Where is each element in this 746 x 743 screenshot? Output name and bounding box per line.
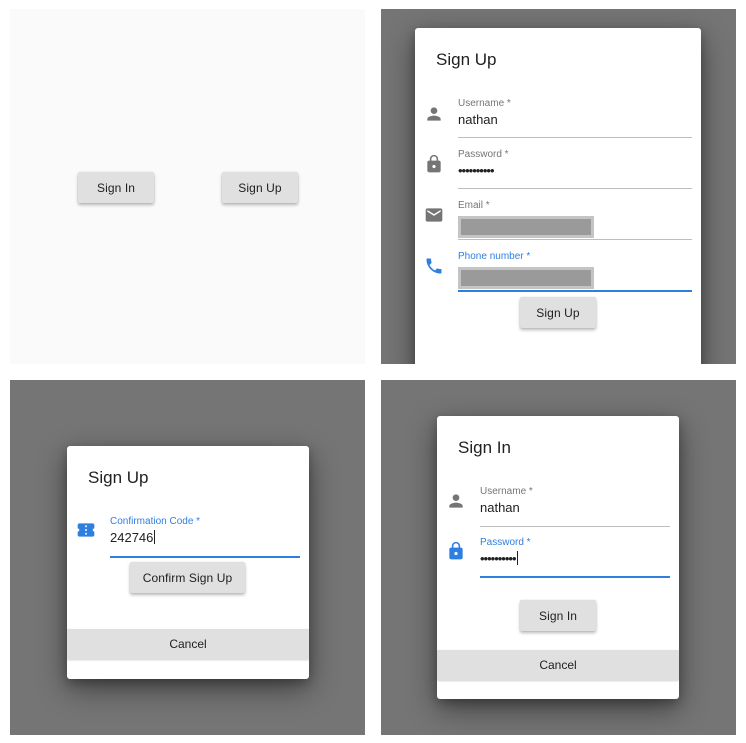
confirmation-code-value-wrap: 242746 xyxy=(110,530,156,545)
field-underline xyxy=(458,239,692,240)
password-field[interactable]: Password * •••••••••• xyxy=(458,149,692,189)
field-underline xyxy=(458,188,692,189)
dialog-title: Sign Up xyxy=(88,468,149,487)
person-icon xyxy=(449,494,463,508)
dialog-title: Sign In xyxy=(458,438,511,457)
field-underline-active xyxy=(110,556,300,558)
password-field[interactable]: Password * •••••••••• xyxy=(480,537,670,578)
username-field[interactable]: Username * nathan xyxy=(480,486,670,527)
confirm-sign-up-screen: Sign Up Confirmation Code * 242746 Confi… xyxy=(10,380,365,735)
confirmation-code-value: 242746 xyxy=(110,530,154,545)
field-underline-active xyxy=(480,576,670,578)
confirm-sign-up-button[interactable]: Confirm Sign Up xyxy=(130,562,245,593)
confirmation-code-label: Confirmation Code * xyxy=(110,516,201,527)
password-label: Password * xyxy=(458,149,509,160)
phone-value-redacted xyxy=(458,267,594,289)
email-value-redacted xyxy=(458,216,594,238)
sign-in-dialog: Sign In Username * nathan Password * •••… xyxy=(437,416,679,699)
username-label: Username * xyxy=(480,486,533,497)
lock-icon xyxy=(449,541,463,560)
person-icon xyxy=(427,107,441,121)
dialog-title: Sign Up xyxy=(436,50,497,69)
username-label: Username * xyxy=(458,98,511,109)
password-value: •••••••••• xyxy=(458,163,495,178)
field-underline xyxy=(458,137,692,138)
text-caret xyxy=(516,551,518,565)
phone-label: Phone number * xyxy=(458,251,531,262)
password-label: Password * xyxy=(480,537,531,548)
password-value-wrap: •••••••••• xyxy=(480,551,518,566)
home-screen: Sign In Sign Up xyxy=(10,9,365,364)
sign-in-submit-button[interactable]: Sign In xyxy=(520,600,596,631)
phone-icon xyxy=(426,258,442,274)
field-underline xyxy=(480,526,670,527)
password-value: •••••••••• xyxy=(480,551,517,566)
sign-in-button[interactable]: Sign In xyxy=(78,172,154,203)
phone-field[interactable]: Phone number * xyxy=(458,251,692,292)
mail-icon xyxy=(425,208,443,222)
username-value: nathan xyxy=(480,500,520,515)
confirmation-code-field[interactable]: Confirmation Code * 242746 xyxy=(110,516,300,558)
sign-up-screen: Sign Up Username * nathan Password * •••… xyxy=(381,9,736,364)
username-value: nathan xyxy=(458,112,498,127)
confirm-dialog: Sign Up Confirmation Code * 242746 Confi… xyxy=(67,446,309,679)
sign-up-dialog: Sign Up Username * nathan Password * •••… xyxy=(415,28,701,364)
sign-in-screen: Sign In Username * nathan Password * •••… xyxy=(381,380,736,735)
text-caret xyxy=(154,530,156,544)
cancel-button[interactable]: Cancel xyxy=(67,629,309,659)
email-label: Email * xyxy=(458,200,490,211)
sign-up-submit-button[interactable]: Sign Up xyxy=(520,297,596,328)
field-underline-active xyxy=(458,290,692,292)
lock-icon xyxy=(427,154,441,173)
email-field[interactable]: Email * xyxy=(458,200,692,240)
username-field[interactable]: Username * nathan xyxy=(458,98,692,138)
ticket-icon xyxy=(77,523,95,537)
cancel-button[interactable]: Cancel xyxy=(437,650,679,680)
sign-up-button[interactable]: Sign Up xyxy=(222,172,298,203)
